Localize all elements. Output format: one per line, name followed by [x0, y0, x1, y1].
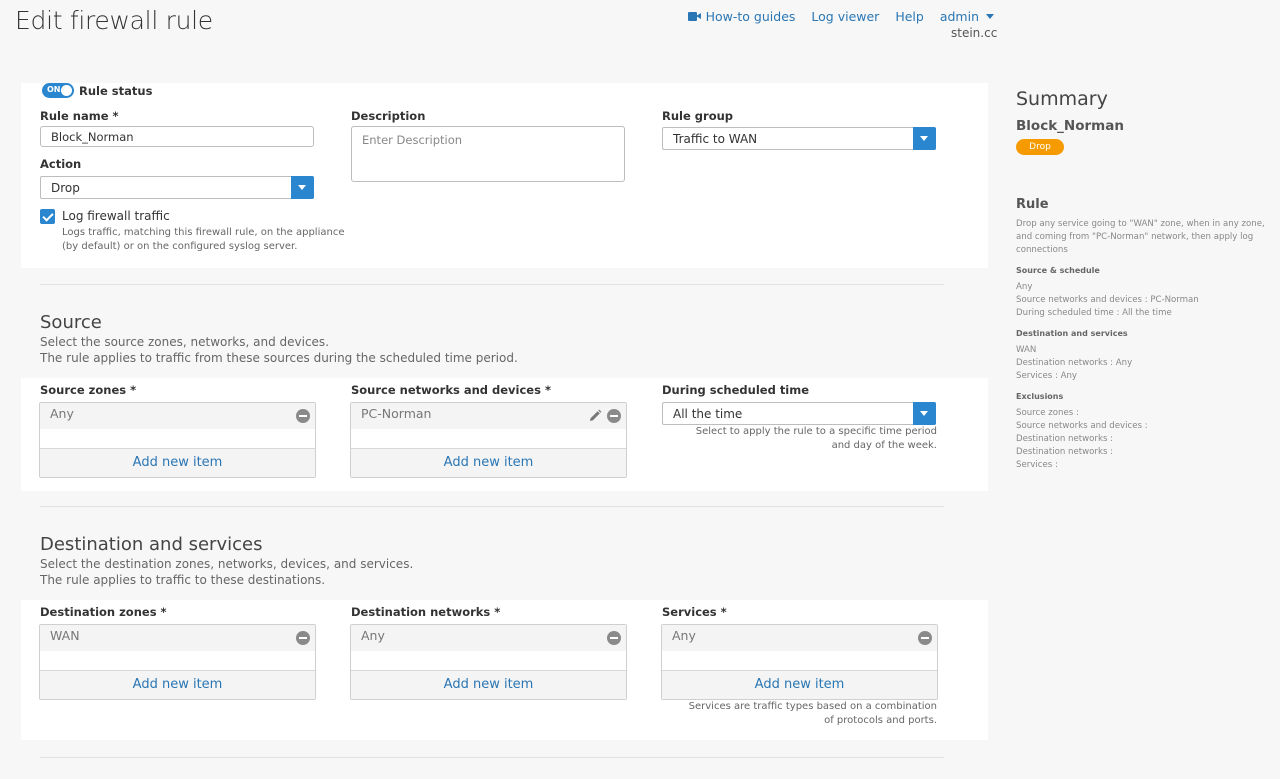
- remove-icon[interactable]: [607, 631, 621, 645]
- help-link[interactable]: Help: [895, 9, 924, 24]
- user-name: admin: [939, 9, 979, 24]
- services-help: Services are traffic types based on a co…: [688, 701, 937, 726]
- destination-networks-list: Any Add new item: [350, 624, 627, 700]
- add-new-item-button[interactable]: Add new item: [40, 448, 315, 477]
- log-traffic-help: Logs traffic, matching this firewall rul…: [62, 227, 345, 252]
- top-nav: How-to guides Log viewer Help admin: [687, 9, 994, 24]
- divider: [40, 757, 944, 758]
- action-select[interactable]: Drop: [40, 176, 314, 199]
- destination-zones-list: WAN Add new item: [39, 624, 316, 700]
- list-item[interactable]: Any: [351, 625, 626, 651]
- rule-status-label: Rule status: [79, 84, 153, 98]
- page-title: Edit firewall rule: [15, 6, 213, 35]
- device-domain: stein.cc: [951, 26, 998, 40]
- add-new-item-button[interactable]: Add new item: [351, 670, 626, 699]
- description-textarea[interactable]: Enter Description: [351, 126, 625, 182]
- rule-name-input[interactable]: Block_Norman: [40, 126, 314, 147]
- summary-source-heading: Source & schedule: [1016, 266, 1100, 275]
- destination-desc-1: Select the destination zones, networks, …: [40, 557, 414, 571]
- toggle-knob: [61, 85, 72, 96]
- add-new-item-button[interactable]: Add new item: [662, 670, 937, 699]
- description-label: Description: [351, 109, 426, 123]
- source-desc-2: The rule applies to traffic from these s…: [40, 351, 518, 365]
- summary-exclusions-heading: Exclusions: [1016, 392, 1064, 401]
- dropdown-arrow-icon[interactable]: [913, 127, 936, 150]
- log-traffic-checkbox[interactable]: [40, 209, 55, 224]
- summary-destination-line: Services : Any: [1016, 371, 1078, 381]
- video-camera-icon: [687, 12, 701, 21]
- summary-destination-heading: Destination and services: [1016, 329, 1128, 338]
- how-to-guides-label: How-to guides: [705, 9, 796, 24]
- toggle-on-text: ON: [47, 85, 61, 94]
- schedule-label: During scheduled time: [662, 383, 810, 397]
- log-traffic-label: Log firewall traffic: [62, 209, 170, 223]
- rule-group-select[interactable]: Traffic to WAN: [662, 127, 936, 150]
- action-value: Drop: [51, 181, 80, 195]
- list-item-label: Any: [672, 628, 696, 643]
- rule-status-toggle[interactable]: ON: [42, 83, 74, 98]
- action-badge: Drop: [1016, 139, 1064, 155]
- rule-group-value: Traffic to WAN: [673, 132, 758, 146]
- summary-destination-line: WAN: [1016, 345, 1037, 355]
- source-networks-label: Source networks and devices *: [351, 383, 551, 397]
- remove-icon[interactable]: [296, 631, 310, 645]
- source-section-title: Source: [40, 312, 102, 333]
- pencil-icon[interactable]: [588, 409, 602, 423]
- how-to-guides-link[interactable]: How-to guides: [687, 9, 796, 24]
- dropdown-arrow-icon[interactable]: [291, 176, 314, 199]
- list-item[interactable]: PC-Norman: [351, 403, 626, 429]
- summary-destination-line: Destination networks : Any: [1016, 358, 1133, 368]
- schedule-value: All the time: [673, 407, 743, 421]
- rule-name-label: Rule name *: [40, 109, 119, 123]
- summary-source-line: Any: [1016, 282, 1033, 292]
- remove-icon[interactable]: [918, 631, 932, 645]
- summary-source-line: Source networks and devices : PC-Norman: [1016, 295, 1199, 305]
- destination-zones-label: Destination zones *: [40, 605, 167, 619]
- divider: [40, 284, 944, 285]
- user-menu[interactable]: admin: [940, 9, 994, 24]
- list-item-label: WAN: [50, 628, 80, 643]
- schedule-help: Select to apply the rule to a specific t…: [695, 426, 937, 451]
- add-new-item-button[interactable]: Add new item: [40, 670, 315, 699]
- list-item[interactable]: Any: [40, 403, 315, 429]
- list-item-label: Any: [361, 628, 385, 643]
- summary-title: Summary: [1016, 88, 1108, 110]
- list-item[interactable]: WAN: [40, 625, 315, 651]
- rule-group-label: Rule group: [662, 109, 734, 123]
- add-new-item-button[interactable]: Add new item: [351, 448, 626, 477]
- services-list: Any Add new item: [661, 624, 938, 700]
- divider: [40, 506, 944, 507]
- remove-icon[interactable]: [607, 409, 621, 423]
- list-item-label: Any: [50, 406, 74, 421]
- source-desc-1: Select the source zones, networks, and d…: [40, 335, 330, 349]
- source-zones-label: Source zones *: [40, 383, 137, 397]
- destination-desc-2: The rule applies to traffic to these des…: [40, 573, 326, 587]
- summary-rule-heading: Rule: [1016, 197, 1049, 212]
- source-zones-list: Any Add new item: [39, 402, 316, 478]
- summary-rule-name: Block_Norman: [1016, 118, 1124, 134]
- summary-source-line: During scheduled time : All the time: [1016, 308, 1172, 318]
- summary-exclusions-line: Services :: [1016, 460, 1058, 470]
- log-viewer-link[interactable]: Log viewer: [811, 9, 879, 24]
- destination-networks-label: Destination networks *: [351, 605, 501, 619]
- dropdown-arrow-icon[interactable]: [913, 402, 936, 425]
- schedule-select[interactable]: All the time: [662, 402, 936, 425]
- summary-exclusions-line: Destination networks :: [1016, 434, 1114, 444]
- summary-exclusions-line: Destination networks :: [1016, 447, 1114, 457]
- list-item-label: PC-Norman: [361, 406, 432, 421]
- summary-exclusions-line: Source networks and devices :: [1016, 421, 1148, 431]
- destination-section-title: Destination and services: [40, 534, 263, 555]
- action-label: Action: [40, 157, 82, 171]
- summary-exclusions-line: Source zones :: [1016, 408, 1079, 418]
- chevron-down-icon: [986, 14, 994, 19]
- list-item[interactable]: Any: [662, 625, 937, 651]
- source-networks-list: PC-Norman Add new item: [350, 402, 627, 478]
- remove-icon[interactable]: [296, 409, 310, 423]
- services-label: Services *: [662, 605, 727, 619]
- summary-rule-text: Drop any service going to "WAN" zone, wh…: [1016, 219, 1265, 255]
